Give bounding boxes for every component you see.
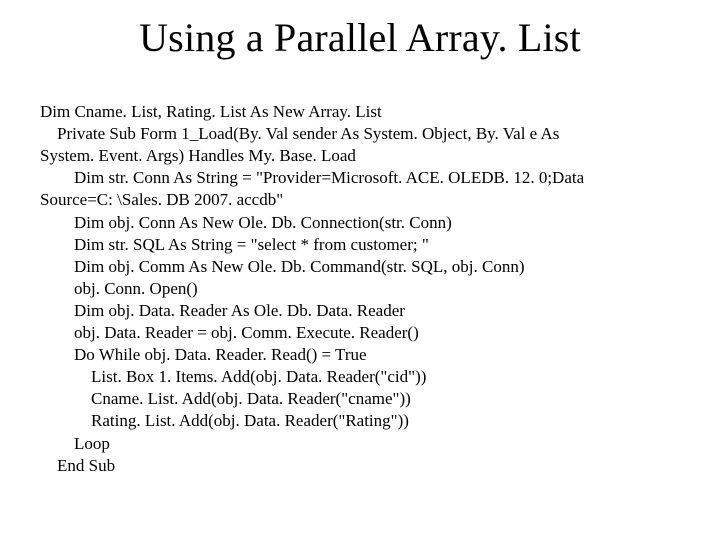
slide-title: Using a Parallel Array. List	[40, 14, 680, 61]
code-line: obj. Conn. Open()	[40, 279, 198, 298]
code-line: End Sub	[40, 456, 115, 475]
code-line: Loop	[40, 434, 110, 453]
code-line: Dim str. SQL As String = "select * from …	[40, 235, 429, 254]
code-line: Dim obj. Conn As New Ole. Db. Connection…	[40, 213, 452, 232]
code-line: obj. Data. Reader = obj. Comm. Execute. …	[40, 323, 419, 342]
code-line: Dim obj. Data. Reader As Ole. Db. Data. …	[40, 301, 405, 320]
code-line: List. Box 1. Items. Add(obj. Data. Reade…	[40, 367, 426, 386]
code-line: Dim Cname. List, Rating. List As New Arr…	[40, 102, 382, 121]
code-line: System. Event. Args) Handles My. Base. L…	[40, 146, 356, 165]
code-line: Dim str. Conn As String = "Provider=Micr…	[40, 168, 584, 187]
code-line: Rating. List. Add(obj. Data. Reader("Rat…	[40, 411, 409, 430]
code-block: Dim Cname. List, Rating. List As New Arr…	[40, 79, 680, 477]
code-line: Cname. List. Add(obj. Data. Reader("cnam…	[40, 389, 411, 408]
slide: Using a Parallel Array. List Dim Cname. …	[0, 0, 720, 540]
code-line: Dim obj. Comm As New Ole. Db. Command(st…	[40, 257, 525, 276]
code-line: Do While obj. Data. Reader. Read() = Tru…	[40, 345, 367, 364]
code-line: Source=C: \Sales. DB 2007. accdb"	[40, 190, 283, 209]
code-line: Private Sub Form 1_Load(By. Val sender A…	[40, 124, 559, 143]
